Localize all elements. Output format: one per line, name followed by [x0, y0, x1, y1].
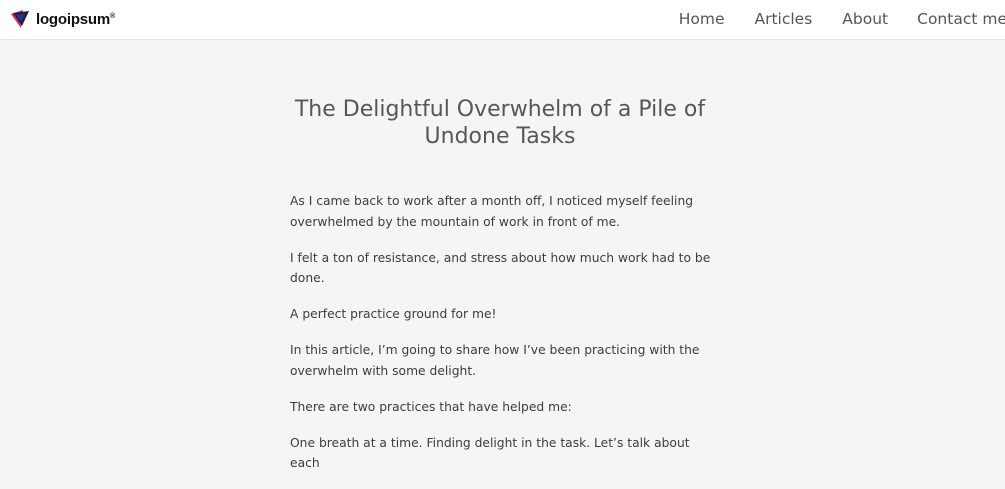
nav-home-link[interactable]: Home	[679, 9, 725, 29]
logo-icon	[11, 10, 29, 28]
article-paragraph: A perfect practice ground for me!	[290, 307, 497, 321]
article-paragraph: One breath at a time. Finding delight in…	[290, 435, 690, 471]
logo[interactable]: logoipsum®	[10, 8, 115, 30]
article: The Delightful Overwhelm of a Pile of Un…	[290, 96, 718, 489]
nav-about-link[interactable]: About	[842, 9, 888, 29]
main-nav: Home Articles About Contact me	[679, 9, 1005, 29]
article-paragraph: I felt a ton of resistance, and stress a…	[290, 250, 711, 286]
article-paragraph: As I came back to work after a month off…	[290, 194, 694, 229]
nav-contact-link[interactable]: Contact me	[917, 9, 1005, 29]
article-body: As I came back to work after a month off…	[290, 191, 718, 474]
nav-articles-link[interactable]: Articles	[754, 9, 812, 29]
article-paragraph: There are two practices that have helped…	[290, 399, 572, 414]
article-title-line-1: The Delightful Overwhelm of a Pile of	[294, 97, 706, 122]
article-title: The Delightful Overwhelm of a Pile of Un…	[286, 96, 714, 150]
article-title-line-2: Undone Tasks	[424, 124, 576, 149]
article-paragraph: In this article, I’m going to share how …	[290, 343, 700, 378]
top-navigation-bar: logoipsum® Home Articles About Contact m…	[0, 0, 1005, 40]
logo-text: logoipsum®	[36, 10, 115, 28]
